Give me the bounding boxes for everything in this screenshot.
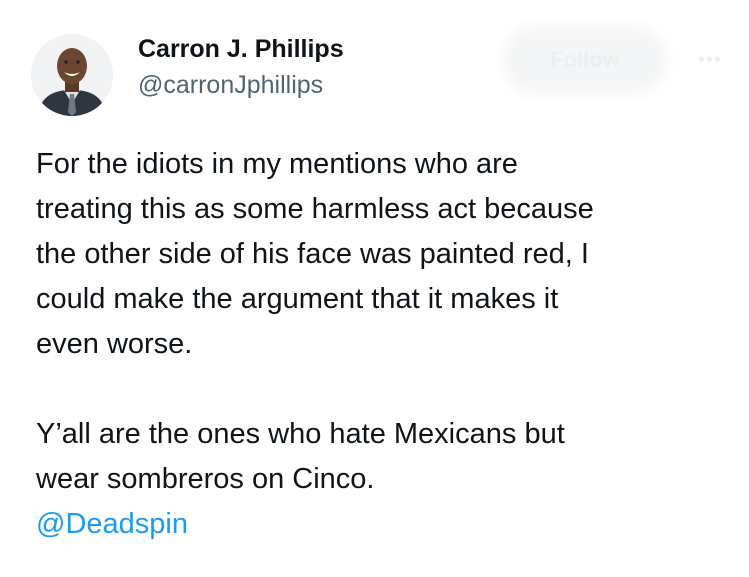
display-name[interactable]: Carron J. Phillips	[138, 34, 344, 64]
avatar-image	[31, 34, 113, 116]
tweet-text: For the idiots in my mentions who are tr…	[36, 142, 736, 547]
avatar[interactable]	[31, 34, 113, 116]
mention-link[interactable]: @Deadspin	[36, 508, 188, 540]
tweet-paragraph: For the idiots in my mentions who are tr…	[36, 148, 594, 360]
tweet-paragraph: Y’all are the ones who hate Mexicans but…	[36, 418, 565, 495]
follow-button[interactable]: Follow	[510, 34, 660, 86]
tweet: Carron J. Phillips @carronJphillips Foll…	[0, 0, 749, 577]
handle[interactable]: @carronJphillips	[138, 70, 344, 100]
author-info: Carron J. Phillips @carronJphillips	[138, 34, 344, 100]
more-horizontal-icon[interactable]: •••	[690, 40, 730, 80]
